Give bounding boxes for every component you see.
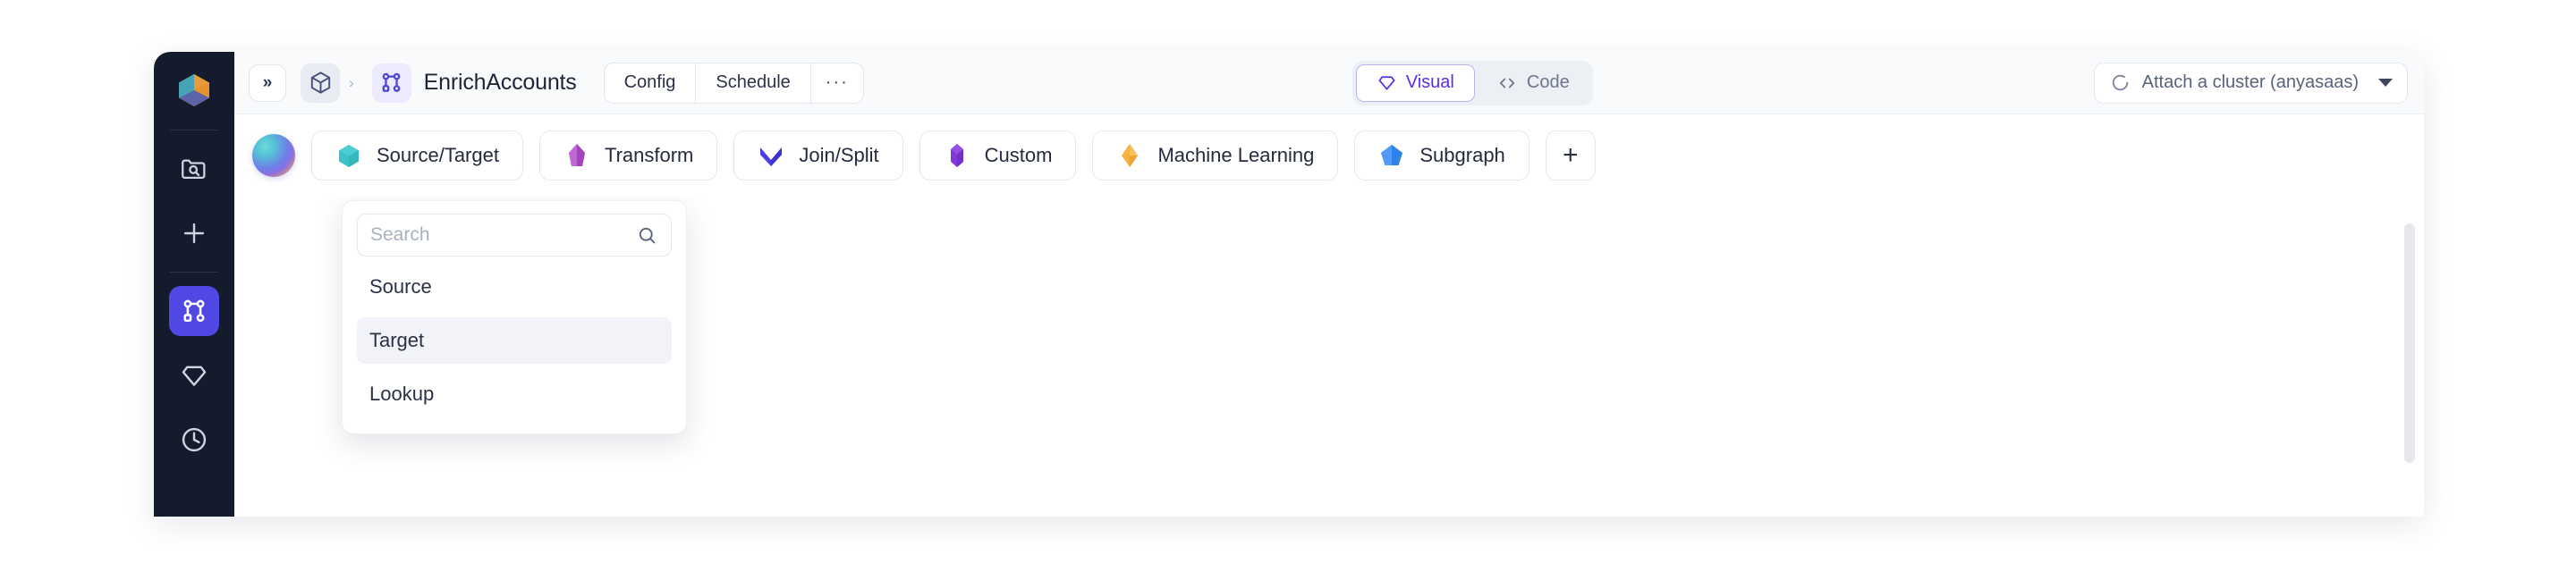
palette-chip-custom[interactable]: Custom <box>919 130 1077 181</box>
palette-chip-label: Subgraph <box>1419 144 1505 166</box>
palette-chip-label: Machine Learning <box>1157 144 1315 166</box>
menu-item-lookup[interactable]: Lookup <box>357 371 672 417</box>
pipeline-graph-icon <box>382 72 401 92</box>
source-target-dropdown: Source Target Lookup <box>342 200 687 434</box>
component-palette: Source/Target Transform Join/Split Custo… <box>234 114 2424 197</box>
view-mode-toggle: Visual Code <box>1352 60 1593 105</box>
menu-item-label: Lookup <box>369 383 435 405</box>
sidebar-item-add[interactable] <box>169 208 219 258</box>
dropdown-search[interactable] <box>357 214 672 257</box>
top-bar: » › EnrichAccounts Config Schedule ··· V… <box>234 52 2424 114</box>
hexagon-icon <box>339 145 359 167</box>
menu-item-label: Target <box>369 329 425 351</box>
tab-config[interactable]: Config <box>605 63 697 103</box>
menu-item-label: Source <box>369 275 432 298</box>
search-icon[interactable] <box>636 224 658 247</box>
tab-visual-label: Visual <box>1405 72 1454 92</box>
sidebar-item-gems[interactable] <box>169 350 219 400</box>
palette-chip-label: Transform <box>604 144 694 166</box>
pipeline-graph-icon <box>183 299 205 323</box>
palette-chip-source-target[interactable]: Source/Target <box>311 130 523 181</box>
plus-icon: + <box>1563 140 1579 170</box>
add-component-button[interactable]: + <box>1545 130 1596 181</box>
screen: » › EnrichAccounts Config Schedule ··· V… <box>0 0 2576 572</box>
gradient-sphere-icon[interactable] <box>252 134 295 177</box>
cube-icon <box>310 72 330 94</box>
menu-item-target[interactable]: Target <box>357 317 672 364</box>
menu-item-source[interactable]: Source <box>357 264 672 310</box>
chevron-down-icon <box>2378 79 2393 87</box>
sidebar-item-history[interactable] <box>169 415 219 465</box>
pentagon-blue-icon <box>1381 145 1403 165</box>
tab-code[interactable]: Code <box>1477 64 1589 102</box>
palette-chip-subgraph[interactable]: Subgraph <box>1354 130 1530 181</box>
sidebar-item-folder-search[interactable] <box>169 144 219 194</box>
double-chevron-right-icon: » <box>262 73 273 92</box>
main-column: » › EnrichAccounts Config Schedule ··· V… <box>234 52 2424 517</box>
tab-visual[interactable]: Visual <box>1355 63 1475 102</box>
palette-chip-join-split[interactable]: Join/Split <box>733 130 903 181</box>
spinner-icon <box>2112 74 2128 91</box>
tab-more-menu[interactable]: ··· <box>811 63 863 103</box>
palette-chip-label: Source/Target <box>377 144 499 166</box>
app-logo[interactable] <box>166 63 222 118</box>
page-title: EnrichAccounts <box>423 70 577 95</box>
pentagon-icon <box>568 144 585 166</box>
crystal-icon <box>950 144 963 167</box>
tab-code-label: Code <box>1526 72 1570 92</box>
folder-search-icon <box>182 159 206 180</box>
palette-chip-machine-learning[interactable]: Machine Learning <box>1092 130 1339 181</box>
diamond-icon <box>1122 144 1139 167</box>
code-brackets-icon <box>1499 78 1514 88</box>
palette-chip-label: Join/Split <box>799 144 879 166</box>
chevron-down-shape-icon <box>760 147 783 166</box>
sidebar-item-pipelines[interactable] <box>169 286 219 336</box>
pipeline-canvas[interactable]: Source Target Lookup + <box>234 197 2424 517</box>
breadcrumb-separator: › <box>349 74 354 91</box>
palette-chip-label: Custom <box>984 144 1053 166</box>
expand-sidebar-button[interactable]: » <box>249 63 286 102</box>
search-input[interactable] <box>370 224 636 246</box>
tab-schedule[interactable]: Schedule <box>696 63 811 103</box>
palette-chip-transform[interactable]: Transform <box>538 130 718 181</box>
pipeline-breadcrumb-button[interactable] <box>371 63 411 103</box>
app-window: » › EnrichAccounts Config Schedule ··· V… <box>154 52 2424 517</box>
left-rail <box>154 52 234 517</box>
gem-icon <box>1378 76 1395 90</box>
gem-icon <box>182 366 207 386</box>
attach-cluster-button[interactable]: Attach a cluster (anyasaas) <box>2093 62 2408 104</box>
canvas-vertical-scrollbar[interactable] <box>2404 223 2415 463</box>
plus-icon <box>183 223 205 244</box>
rail-divider-bottom <box>170 272 218 273</box>
prophecy-hexagon-logo-icon <box>179 74 209 106</box>
attach-cluster-label: Attach a cluster (anyasaas) <box>2141 72 2359 92</box>
project-breadcrumb-button[interactable] <box>301 63 340 103</box>
pipeline-tabs: Config Schedule ··· <box>603 62 864 104</box>
clock-history-icon <box>182 427 207 452</box>
